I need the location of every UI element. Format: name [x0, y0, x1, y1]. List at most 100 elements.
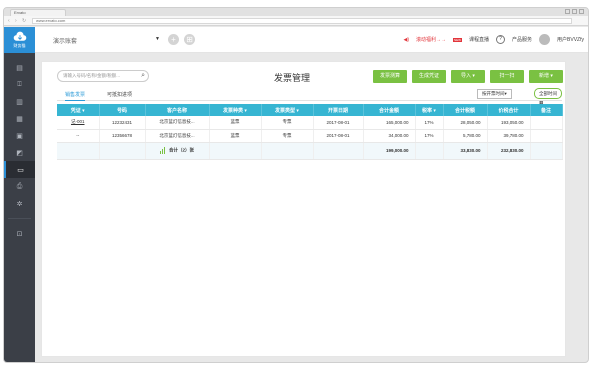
col-tax-rate[interactable]: 税率 ▾ — [415, 104, 444, 116]
course-link[interactable]: 课程直播 — [469, 36, 489, 43]
total-label: 合计（2）张 — [168, 147, 194, 153]
invoice-kind: 蓝票 — [209, 116, 262, 130]
invoice-type: 专票 — [261, 129, 314, 143]
invoice-table: 凭证 ▾ 号码 客户名称 发票种类 ▾ 发票类型 ▾ 开票日期 合计金额 税率 … — [57, 104, 563, 160]
chevron-down-icon[interactable]: ▼ — [155, 36, 160, 42]
app: 财务猫 ▤ ⍐ ▥ ▦ ▣ ◩ ▭ ⎙ ✲ ⊡ 演示账套 ▼ + ⊞ ◀) 滚动… — [4, 27, 588, 362]
voucher-link[interactable]: -- — [57, 129, 100, 143]
invoice-panel: 请输入号码/名称/金额/税额... ⌕ 发票管理 发票测算 生成凭证 导入 ▾ … — [41, 61, 566, 357]
customer-name: 北京蓝灯信息技... — [145, 129, 210, 143]
user-name[interactable]: 用户BVVZfy — [557, 36, 584, 43]
table-row[interactable]: -- 12356678 北京蓝灯信息技... 蓝票 专票 2017-08-01 … — [57, 129, 563, 143]
note — [530, 116, 563, 130]
search-icon[interactable]: ⌕ — [141, 72, 145, 80]
col-invoice-type[interactable]: 发票类型 ▾ — [261, 104, 314, 116]
import-button[interactable]: 导入 ▾ — [451, 70, 485, 83]
table-row[interactable]: 记-001 12232431 北京蓝灯信息技... 蓝票 专票 2017-08-… — [57, 116, 563, 130]
total-tax-sum: 33,830.00 — [443, 142, 488, 160]
building-icon: ▦ — [16, 115, 23, 123]
upload-doc-icon: ⍐ — [17, 80, 22, 88]
col-total: 价税合计 — [487, 104, 531, 116]
printer-icon: ⎙ — [16, 182, 23, 190]
tab-sales-invoices[interactable]: 销售发票 — [65, 91, 86, 101]
invoice-tabs: 销售发票 可抵扣进项 按开票时间▾ 全部时间 ▦ — [57, 88, 562, 105]
minimize-icon[interactable] — [565, 9, 570, 14]
grid-icon[interactable]: ⊞ — [184, 34, 195, 45]
invoice-kind: 蓝票 — [209, 129, 262, 143]
invoice-icon: ▭ — [17, 166, 24, 174]
browser-window: Ervato ‹ › ↻ www.ervato.com 财务猫 ▤ ⍐ ▥ ▦ … — [3, 7, 589, 363]
total-amount: 193,050.00 — [487, 116, 531, 130]
total-label-cell: 合计（2）张 — [145, 142, 210, 160]
browser-tab[interactable]: Ervato — [10, 9, 66, 16]
invoice-calc-button[interactable]: 发票测算 — [373, 70, 407, 83]
tab-deductible-input[interactable]: 可抵扣进项 — [107, 91, 132, 98]
total-amount-sum: 199,000.00 — [363, 142, 416, 160]
browser-urlbar: ‹ › ↻ www.ervato.com — [4, 16, 588, 26]
invoice-number: 12356678 — [99, 129, 146, 143]
speaker-icon: ◀) — [403, 36, 409, 43]
scan-button[interactable]: 扫一扫 — [490, 70, 524, 83]
search-input[interactable]: 请输入号码/名称/金额/税额... ⌕ — [57, 70, 149, 82]
sidebar-item-images[interactable]: ◩ — [4, 144, 35, 161]
sidebar-item-upload[interactable]: ⍐ — [4, 76, 35, 93]
add-button[interactable]: 新增 ▾ — [529, 70, 563, 83]
window-controls — [565, 9, 584, 14]
search-placeholder: 请输入号码/名称/金额/税额... — [63, 73, 121, 78]
sidebar-item-reports[interactable]: ▥ — [4, 93, 35, 110]
col-voucher[interactable]: 凭证 ▾ — [57, 104, 100, 116]
col-invoice-kind[interactable]: 发票种类 ▾ — [209, 104, 262, 116]
settings-icon: ✲ — [16, 200, 23, 208]
account-selector[interactable]: 演示账套 — [53, 36, 77, 45]
time-filter[interactable]: 全部时间 ▦ — [534, 88, 562, 105]
invoice-date: 2017-08-01 — [313, 116, 364, 130]
sidebar-item-documents[interactable]: ▣ — [4, 127, 35, 144]
sidebar-item-assets[interactable]: ▦ — [4, 110, 35, 127]
voucher-link[interactable]: 记-001 — [57, 116, 100, 130]
generate-voucher-button[interactable]: 生成凭证 — [412, 70, 446, 83]
browser-tabbar: Ervato — [4, 8, 588, 16]
reload-icon[interactable]: ↻ — [22, 18, 26, 24]
url-field[interactable]: www.ervato.com — [32, 18, 572, 24]
exit-icon: ⊡ — [16, 230, 23, 238]
forward-icon[interactable]: › — [15, 18, 17, 24]
col-customer: 客户名称 — [145, 104, 210, 116]
sort-dropdown[interactable]: 按开票时间▾ — [477, 89, 512, 99]
total-row: 合计（2）张 199,000.00 33,830.00 232,830.00 — [57, 142, 563, 160]
tax-rate: 17% — [415, 116, 444, 130]
help-icon[interactable]: ? — [496, 35, 506, 44]
topbar-right: ◀) 滚动福利→→ NEW 课程直播 ? 产品服务 用户BVVZfy — [403, 34, 584, 45]
close-icon[interactable] — [579, 9, 584, 14]
col-number: 号码 — [99, 104, 146, 116]
sidebar-item-books[interactable]: ▤ — [4, 59, 35, 76]
note — [530, 129, 563, 143]
cloud-icon — [13, 31, 26, 41]
sidebar-divider — [8, 218, 31, 219]
tax-rate: 17% — [415, 129, 444, 143]
sidebar-item-invoices[interactable]: ▭ — [4, 161, 35, 178]
app-logo[interactable]: 财务猫 — [4, 27, 35, 53]
sidebar-item-exit[interactable]: ⊡ — [4, 225, 35, 242]
avatar[interactable] — [539, 34, 551, 45]
maximize-icon[interactable] — [572, 9, 577, 14]
add-account-icon[interactable]: + — [168, 34, 179, 45]
invoice-type: 专票 — [261, 116, 314, 130]
tax-amount: 5,780.00 — [443, 129, 488, 143]
sidebar: 财务猫 ▤ ⍐ ▥ ▦ ▣ ◩ ▭ ⎙ ✲ ⊡ — [4, 27, 35, 362]
sidebar-item-print[interactable]: ⎙ — [4, 178, 35, 195]
col-amount: 合计金额 — [363, 104, 416, 116]
invoice-date: 2017-08-01 — [313, 129, 364, 143]
notice-link[interactable]: 滚动福利→→ — [416, 36, 446, 43]
service-link[interactable]: 产品服务 — [512, 36, 532, 43]
col-tax: 合计税额 — [443, 104, 488, 116]
bar-chart-icon — [159, 147, 166, 154]
col-note: 备注 — [530, 104, 563, 116]
image-icon: ◩ — [16, 149, 23, 157]
bar-chart-icon: ▥ — [16, 98, 23, 106]
new-badge-icon: NEW — [453, 37, 463, 42]
document-icon: ▣ — [16, 132, 23, 140]
sidebar-item-settings[interactable]: ✲ — [4, 195, 35, 212]
page-title: 发票管理 — [274, 73, 311, 83]
back-icon[interactable]: ‹ — [8, 18, 10, 24]
total-amount: 39,780.00 — [487, 129, 531, 143]
